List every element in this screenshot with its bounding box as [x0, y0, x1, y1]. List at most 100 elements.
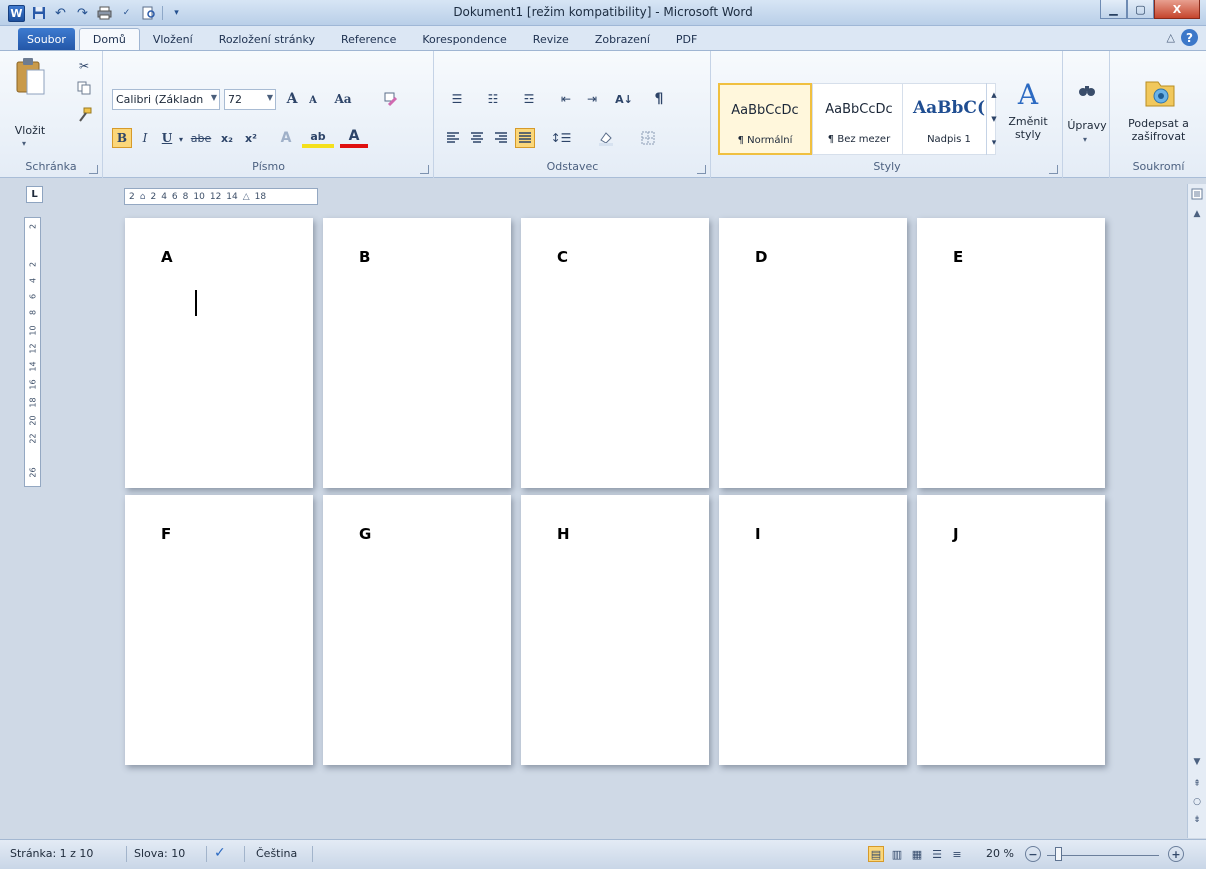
- find-binoculars-icon[interactable]: [1074, 77, 1100, 103]
- draft-view-icon[interactable]: ≡: [949, 846, 965, 862]
- previous-page-icon[interactable]: ⇞: [1188, 776, 1206, 792]
- strikethrough-button[interactable]: abe: [188, 128, 214, 148]
- close-button[interactable]: X: [1154, 0, 1200, 19]
- gallery-more-icon[interactable]: ▾: [988, 133, 1000, 153]
- highlight-button[interactable]: ab: [302, 128, 334, 148]
- style-tile-heading-1[interactable]: AaBbC( Nadpis 1: [902, 83, 996, 155]
- styles-launcher-icon[interactable]: [1049, 165, 1058, 174]
- document-area[interactable]: A B C D E F G H I J: [46, 216, 1186, 838]
- zoom-level[interactable]: 20 %: [986, 847, 1014, 860]
- right-indent-marker-icon[interactable]: △: [243, 192, 250, 202]
- outline-view-icon[interactable]: ☰: [929, 846, 945, 862]
- tab-home[interactable]: Domů: [78, 28, 140, 50]
- tab-file[interactable]: Soubor: [18, 28, 75, 50]
- page-8[interactable]: H: [521, 495, 709, 765]
- scroll-down-icon[interactable]: ▼: [1188, 754, 1206, 770]
- bold-button[interactable]: B: [112, 128, 132, 148]
- page-9[interactable]: I: [719, 495, 907, 765]
- style-tile-normal[interactable]: AaBbCcDc ¶ Normální: [718, 83, 812, 155]
- paste-icon[interactable]: [10, 55, 50, 99]
- scroll-up-icon[interactable]: ▲: [1188, 206, 1206, 222]
- font-color-button[interactable]: A: [340, 128, 368, 148]
- align-right-icon[interactable]: [491, 128, 511, 148]
- borders-icon[interactable]: [631, 128, 665, 148]
- format-painter-icon[interactable]: [74, 105, 94, 125]
- full-screen-reading-icon[interactable]: ▥: [889, 846, 905, 862]
- text-effects-icon[interactable]: A: [272, 128, 300, 148]
- font-name-combo[interactable]: Calibri (Základn ▼: [112, 89, 220, 110]
- zoom-slider-track[interactable]: [1047, 855, 1159, 856]
- paste-dropdown-icon[interactable]: ▾: [22, 139, 26, 148]
- align-left-icon[interactable]: [443, 128, 463, 148]
- shading-icon[interactable]: [589, 128, 623, 148]
- tab-pdf[interactable]: PDF: [663, 28, 710, 50]
- clipboard-launcher-icon[interactable]: [89, 165, 98, 174]
- style-tile-no-spacing[interactable]: AaBbCcDc ¶ Bez mezer: [812, 83, 906, 155]
- vertical-scrollbar[interactable]: ▲ ▼ ⇞ ○ ⇟: [1187, 184, 1206, 838]
- minimize-button[interactable]: ▁: [1100, 0, 1127, 19]
- page-6[interactable]: F: [125, 495, 313, 765]
- zoom-slider-thumb[interactable]: [1055, 847, 1063, 861]
- line-spacing-icon[interactable]: ↕☰: [547, 128, 575, 148]
- page-2[interactable]: B: [323, 218, 511, 488]
- increase-indent-icon[interactable]: ⇥: [581, 89, 603, 109]
- numbering-icon[interactable]: ☷: [479, 89, 507, 109]
- grow-font-button[interactable]: A: [282, 89, 302, 109]
- align-center-icon[interactable]: [467, 128, 487, 148]
- copy-icon[interactable]: [74, 79, 94, 97]
- chevron-up-icon[interactable]: ▲: [988, 85, 1000, 105]
- page-5[interactable]: E: [917, 218, 1105, 488]
- font-size-combo[interactable]: 72 ▼: [224, 89, 276, 110]
- change-styles-button[interactable]: Změnit styly: [1006, 115, 1050, 141]
- bullets-icon[interactable]: ☰: [443, 89, 471, 109]
- shrink-font-button[interactable]: A: [304, 91, 322, 109]
- horizontal-ruler[interactable]: 2 ⌂ 2 4 6 8 10 12 14 △ 18: [124, 188, 318, 205]
- tab-references[interactable]: Reference: [328, 28, 409, 50]
- zoom-out-button[interactable]: −: [1025, 846, 1041, 862]
- tab-selector-button[interactable]: L: [26, 186, 43, 203]
- show-formatting-button[interactable]: ¶: [647, 89, 671, 109]
- tab-page-layout[interactable]: Rozložení stránky: [206, 28, 328, 50]
- subscript-button[interactable]: x₂: [216, 128, 238, 148]
- proofing-check-icon[interactable]: ✓: [214, 845, 226, 861]
- editing-dropdown-icon[interactable]: ▾: [1083, 135, 1087, 144]
- superscript-button[interactable]: x²: [240, 128, 262, 148]
- tab-view[interactable]: Zobrazení: [582, 28, 663, 50]
- cut-icon[interactable]: ✂: [74, 57, 94, 75]
- paste-button-label[interactable]: Vložit: [7, 124, 53, 137]
- browse-object-icon[interactable]: ○: [1188, 794, 1206, 810]
- editing-button[interactable]: Úpravy: [1064, 119, 1110, 132]
- web-layout-icon[interactable]: ▦: [909, 846, 925, 862]
- justify-icon[interactable]: [515, 128, 535, 148]
- tab-mailings[interactable]: Korespondence: [409, 28, 519, 50]
- page-10[interactable]: J: [917, 495, 1105, 765]
- multilevel-list-icon[interactable]: ☲: [515, 89, 543, 109]
- page-count-status[interactable]: Stránka: 1 z 10: [10, 847, 93, 860]
- change-styles-icon[interactable]: A: [1006, 75, 1050, 113]
- tab-review[interactable]: Revize: [520, 28, 582, 50]
- zoom-in-button[interactable]: +: [1168, 846, 1184, 862]
- language-status[interactable]: Čeština: [256, 847, 297, 860]
- minimize-ribbon-icon[interactable]: △: [1167, 31, 1175, 44]
- tab-insert[interactable]: Vložení: [140, 28, 206, 50]
- italic-button[interactable]: I: [136, 128, 154, 148]
- underline-button[interactable]: U: [158, 128, 176, 148]
- sign-encrypt-button[interactable]: Podepsat a zašifrovat: [1113, 117, 1204, 143]
- maximize-button[interactable]: ▢: [1127, 0, 1154, 19]
- clear-formatting-icon[interactable]: [380, 89, 402, 109]
- print-layout-icon[interactable]: ▤: [868, 846, 884, 862]
- decrease-indent-icon[interactable]: ⇤: [555, 89, 577, 109]
- page-1[interactable]: A: [125, 218, 313, 488]
- indent-marker-icon[interactable]: ⌂: [140, 192, 146, 202]
- view-ruler-toggle-icon[interactable]: [1188, 186, 1206, 202]
- font-launcher-icon[interactable]: [420, 165, 429, 174]
- sign-encrypt-icon[interactable]: [1141, 73, 1179, 111]
- help-icon[interactable]: ?: [1181, 29, 1198, 46]
- page-4[interactable]: D: [719, 218, 907, 488]
- chevron-down-icon[interactable]: ▼: [988, 109, 1000, 129]
- vertical-ruler[interactable]: 2 2 4 6 8 10 12 14 16 18 20 22 26: [24, 217, 41, 487]
- next-page-icon[interactable]: ⇟: [1188, 812, 1206, 828]
- paragraph-launcher-icon[interactable]: [697, 165, 706, 174]
- sort-button[interactable]: A↓: [611, 89, 637, 109]
- change-case-button[interactable]: Aa: [330, 89, 356, 109]
